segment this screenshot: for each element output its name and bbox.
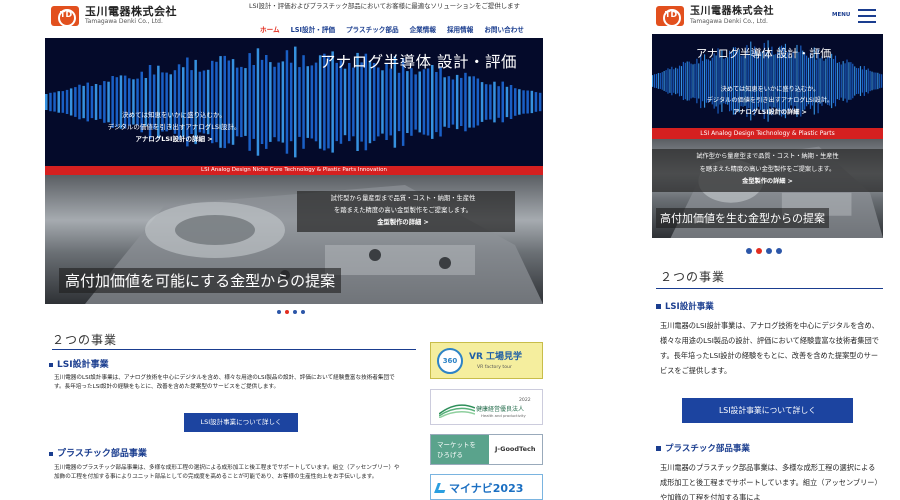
slider-dot[interactable] <box>301 310 305 314</box>
vr-tour-banner[interactable]: 360 VR 工場見学 VR factory tour <box>430 342 543 379</box>
section-divider <box>656 288 883 289</box>
mold-description: 試作型から量産型まで品質・コスト・納期・生産性 を踏まえた精度の高い金型製作をご… <box>660 151 875 189</box>
hero-band: LSI Analog Design Technology & Plastic P… <box>652 128 883 139</box>
plastic-heading: プラスチック部品事業 <box>49 446 147 459</box>
mold-link[interactable]: 金型製作の詳細 > <box>303 217 503 229</box>
site-header: TD 玉川電器株式会社 Tamagawa Denki Co., Ltd. LSI… <box>45 0 543 38</box>
plastic-text: 玉川電器のプラスチック部品事業は、多様な成形工程の選択による成形加工と後工程まで… <box>660 463 882 500</box>
nav-company[interactable]: 企業情報 <box>410 24 436 34</box>
nav-plastic[interactable]: プラスチック部品 <box>346 24 399 34</box>
square-bullet-icon <box>656 304 661 309</box>
slider-dot[interactable] <box>776 248 782 254</box>
mobile-view: TD 玉川電器株式会社 Tamagawa Denki Co., Ltd. MEN… <box>652 0 883 500</box>
slider-dot-active[interactable] <box>756 248 762 254</box>
slider-dots <box>277 310 309 314</box>
hero-description: 決めては知恵をいかに盛り込むか。 デジタルの価値を引き出すアナログLSI設計。 … <box>670 84 870 118</box>
hero-lsi-link[interactable]: アナログLSI設計の詳細 > <box>670 107 870 118</box>
nav-recruit[interactable]: 採用情報 <box>447 24 473 34</box>
mynavi-banner[interactable]: マイナビ2023 <box>430 474 543 500</box>
lsi-text: 玉川電器のLSI設計事業は、アナログ技術を中心にデジタルを含め、様々な用途のLS… <box>54 375 395 391</box>
mynavi-logo-icon <box>434 483 448 493</box>
company-name-jp: 玉川電器株式会社 <box>85 5 177 18</box>
hero-lsi-slide: アナログ半導体 設計・評価 決めては知恵をいかに盛り込むか。 デジタルの価値を引… <box>45 38 543 166</box>
j-goodtech-banner[interactable]: マーケットを ひろげる J-GoodTech <box>430 434 543 465</box>
hamburger-menu-icon[interactable] <box>858 9 876 27</box>
logo-mark-icon: TD <box>51 6 79 27</box>
plastic-heading: プラスチック部品事業 <box>656 442 750 454</box>
hero-band: LSI Analog Design Niche Core Technology … <box>45 166 543 175</box>
site-logo[interactable]: TD 玉川電器株式会社 Tamagawa Denki Co., Ltd. <box>656 6 774 27</box>
company-name-en: Tamagawa Denki Co., Ltd. <box>85 18 163 25</box>
square-bullet-icon <box>656 446 661 451</box>
logo-mark-icon: TD <box>656 6 684 27</box>
mold-title: 高付加価値を可能にする金型からの提案 <box>59 268 342 293</box>
slider-dots <box>746 248 786 254</box>
360-icon: 360 <box>437 348 463 374</box>
hero-slider[interactable]: アナログ半導体 設計・評価 決めては知恵をいかに盛り込むか。 デジタルの価値を引… <box>45 38 543 304</box>
site-logo[interactable]: TD 玉川電器株式会社 Tamagawa Denki Co., Ltd. <box>51 5 177 27</box>
hero-mold-slide: 試作型から量産型まで品質・コスト・納期・生産性 を踏まえた精度の高い金型製作をご… <box>45 175 543 304</box>
company-name-en: Tamagawa Denki Co., Ltd. <box>690 18 768 25</box>
mold-title: 高付加価値を生む金型からの提案 <box>656 208 829 228</box>
hero-title: アナログ半導体 設計・評価 <box>696 47 832 60</box>
mold-description: 試作型から量産型まで品質・コスト・納期・生産性 を踏まえた精度の高い金型製作をご… <box>303 193 503 229</box>
hero-lsi-link[interactable]: アナログLSI設計の詳細 > <box>75 133 273 145</box>
lsi-detail-button[interactable]: LSI設計事業について詳しく <box>184 413 298 432</box>
desktop-view: TD 玉川電器株式会社 Tamagawa Denki Co., Ltd. LSI… <box>45 0 543 500</box>
square-bullet-icon <box>49 451 53 456</box>
lsi-heading: LSI設計事業 <box>49 357 109 370</box>
slider-dot-active[interactable] <box>285 310 289 314</box>
square-bullet-icon <box>49 362 53 367</box>
section-divider <box>52 349 416 350</box>
business-section: ２つの事業 LSI設計事業 玉川電器のLSI設計事業は、アナログ技術を中心にデジ… <box>45 318 543 500</box>
section-title: ２つの事業 <box>52 333 118 347</box>
slider-dot[interactable] <box>293 310 297 314</box>
nav-contact[interactable]: お問い合わせ <box>484 24 524 34</box>
slider-dot[interactable] <box>766 248 772 254</box>
slider-dot[interactable] <box>277 310 281 314</box>
menu-label[interactable]: MENU <box>832 12 850 18</box>
hero-description: 決めては知恵をいかに盛り込むか。 デジタルの価値を引き出すアナログLSI設計。 … <box>75 109 273 145</box>
global-nav: ホーム LSI設計・評価 プラスチック部品 企業情報 採用情報 お問い合わせ <box>260 24 535 34</box>
company-name-jp: 玉川電器株式会社 <box>690 6 774 17</box>
nav-home[interactable]: ホーム <box>260 24 280 34</box>
health-logo-icon <box>439 404 475 418</box>
section-title: ２つの事業 <box>660 270 726 284</box>
health-management-banner[interactable]: 2022 健康経営優良法人 Health and productivity <box>430 389 543 425</box>
lsi-text: 玉川電器のLSI設計事業は、アナログ技術を中心にデジタルを含め、様々な用途のLS… <box>660 321 879 375</box>
plastic-text: 玉川電器のプラスチック部品事業は、多様な成形工程の選択による成形加工と後工程まで… <box>54 465 400 481</box>
lsi-heading: LSI設計事業 <box>656 300 714 312</box>
slider-dot[interactable] <box>746 248 752 254</box>
mold-link[interactable]: 金型製作の詳細 > <box>660 176 875 189</box>
hero-lsi-slide: アナログ半導体 設計・評価 決めては知恵をいかに盛り込むか。 デジタルの価値を引… <box>652 34 883 128</box>
nav-lsi[interactable]: LSI設計・評価 <box>291 24 335 34</box>
site-tagline: LSI設計・評価およびプラスチック部品においてお客様に最適なソリューションをご提… <box>249 2 520 10</box>
hero-slider[interactable]: アナログ半導体 設計・評価 決めては知恵をいかに盛り込むか。 デジタルの価値を引… <box>652 34 883 238</box>
lsi-detail-button[interactable]: LSI設計事業について詳しく <box>682 398 853 423</box>
hero-mold-slide: 試作型から量産型まで品質・コスト・納期・生産性 を踏まえた精度の高い金型製作をご… <box>652 139 883 238</box>
hero-title: アナログ半導体 設計・評価 <box>319 53 517 71</box>
